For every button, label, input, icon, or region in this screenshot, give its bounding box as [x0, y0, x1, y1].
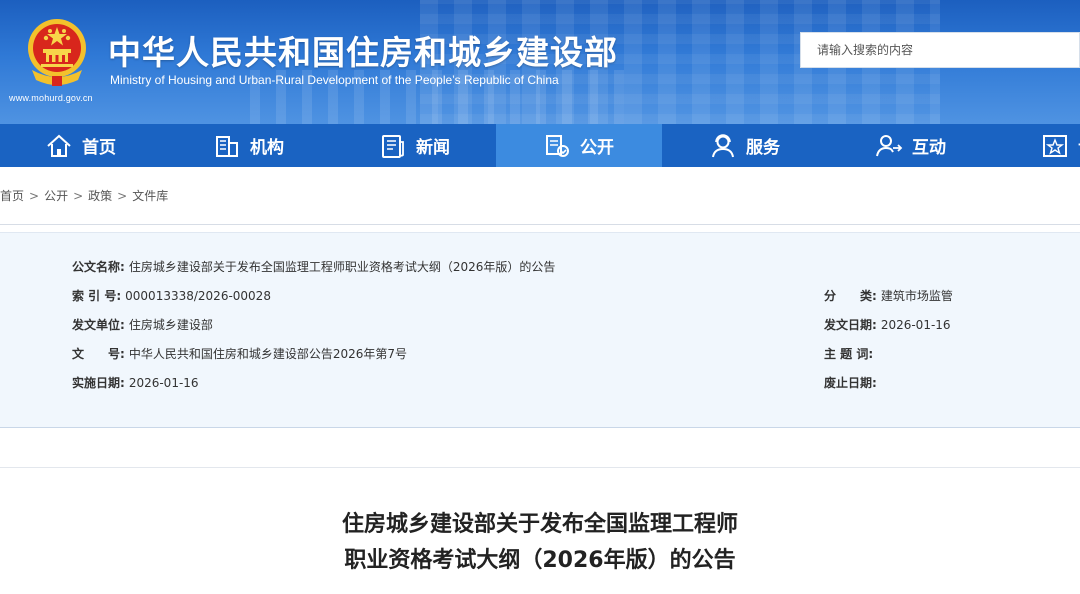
national-emblem-icon[interactable]	[24, 18, 90, 90]
building-icon	[212, 131, 242, 161]
nav-label: 公开	[580, 138, 614, 158]
breadcrumb-home[interactable]: 首页	[0, 189, 24, 203]
index-label: 索 引 号:	[72, 289, 122, 303]
news-icon	[378, 131, 408, 161]
doc-name-row: 公文名称: 住房城乡建设部关于发布全国监理工程师职业资格考试大纲（2026年版）的…	[72, 258, 555, 275]
nav-item-service[interactable]: 服务	[708, 124, 848, 167]
breadcrumb-separator: >	[73, 189, 84, 203]
issuer-row: 发文单位: 住房城乡建设部	[72, 316, 213, 333]
effective-date-row: 实施日期: 2026-01-16	[72, 374, 199, 391]
interaction-icon	[874, 131, 904, 161]
issue-date-value: 2026-01-16	[880, 318, 951, 332]
nav-label: 新闻	[416, 138, 450, 158]
category-value: 建筑市场监管	[880, 289, 953, 303]
keywords-row: 主 题 词:	[824, 345, 877, 362]
nav-item-organization[interactable]: 机构	[212, 124, 352, 167]
nav-label: 服务	[746, 138, 780, 158]
issuer-label: 发文单位:	[72, 318, 125, 332]
issue-date-row: 发文日期: 2026-01-16	[824, 316, 951, 333]
breadcrumb-separator: >	[29, 189, 40, 203]
site-url[interactable]: www.mohurd.gov.cn	[9, 93, 93, 103]
category-row: 分 类: 建筑市场监管	[824, 287, 953, 304]
keywords-label: 主 题 词:	[824, 347, 874, 361]
search-input[interactable]	[800, 32, 1080, 68]
divider	[0, 467, 1080, 468]
index-row: 索 引 号: 000013338/2026-00028	[72, 287, 271, 304]
document-info-panel: 公文名称: 住房城乡建设部关于发布全国监理工程师职业资格考试大纲（2026年版）的…	[0, 232, 1080, 428]
doc-number-value: 中华人民共和国住房和城乡建设部公告2026年第7号	[128, 347, 407, 361]
site-title[interactable]: 中华人民共和国住房和城乡建设部	[108, 26, 618, 74]
topic-icon	[1040, 131, 1070, 161]
document-title: 住房城乡建设部关于发布全国监理工程师 职业资格考试大纲（2026年版）的公告	[0, 507, 1080, 579]
expiry-date-label: 废止日期:	[824, 376, 877, 390]
doc-number-label: 文 号:	[72, 347, 125, 361]
nav-item-home[interactable]: 首页	[44, 124, 184, 167]
breadcrumb-file-library[interactable]: 文件库	[132, 189, 168, 203]
service-icon	[708, 131, 738, 161]
index-value: 000013338/2026-00028	[125, 289, 271, 303]
nav-item-interaction[interactable]: 互动	[874, 124, 1014, 167]
doc-number-row: 文 号: 中华人民共和国住房和城乡建设部公告2026年第7号	[72, 345, 407, 362]
disclosure-icon	[542, 131, 572, 161]
nav-item-disclosure[interactable]: 公开	[496, 124, 662, 167]
site-subtitle: Ministry of Housing and Urban-Rural Deve…	[110, 73, 559, 87]
expiry-date-row: 废止日期:	[824, 374, 881, 391]
nav-label: 互动	[912, 138, 946, 158]
document-title-line: 住房城乡建设部关于发布全国监理工程师	[341, 512, 738, 537]
effective-date-value: 2026-01-16	[128, 376, 199, 390]
nav-label: 机构	[250, 138, 284, 158]
breadcrumb-policy[interactable]: 政策	[88, 189, 112, 203]
nav-item-topic[interactable]: 专	[1040, 124, 1080, 167]
doc-name-value: 住房城乡建设部关于发布全国监理工程师职业资格考试大纲（2026年版）的公告	[128, 260, 556, 274]
divider	[0, 224, 1080, 225]
breadcrumb: 首页 > 公开 > 政策 > 文件库	[0, 187, 168, 204]
effective-date-label: 实施日期:	[72, 376, 125, 390]
category-label: 分 类:	[824, 289, 877, 303]
home-icon	[44, 131, 74, 161]
issuer-value: 住房城乡建设部	[128, 318, 213, 332]
breadcrumb-disclosure[interactable]: 公开	[44, 189, 68, 203]
nav-label: 首页	[82, 138, 116, 158]
document-title-line: 职业资格考试大纲（2026年版）的公告	[344, 548, 736, 573]
doc-name-label: 公文名称:	[72, 260, 125, 274]
issue-date-label: 发文日期:	[824, 318, 877, 332]
main-nav: 首页 机构 新闻 公开 服务 互动 专	[0, 124, 1080, 167]
breadcrumb-separator: >	[117, 189, 128, 203]
header-banner: www.mohurd.gov.cn 中华人民共和国住房和城乡建设部 Minist…	[0, 0, 1080, 124]
